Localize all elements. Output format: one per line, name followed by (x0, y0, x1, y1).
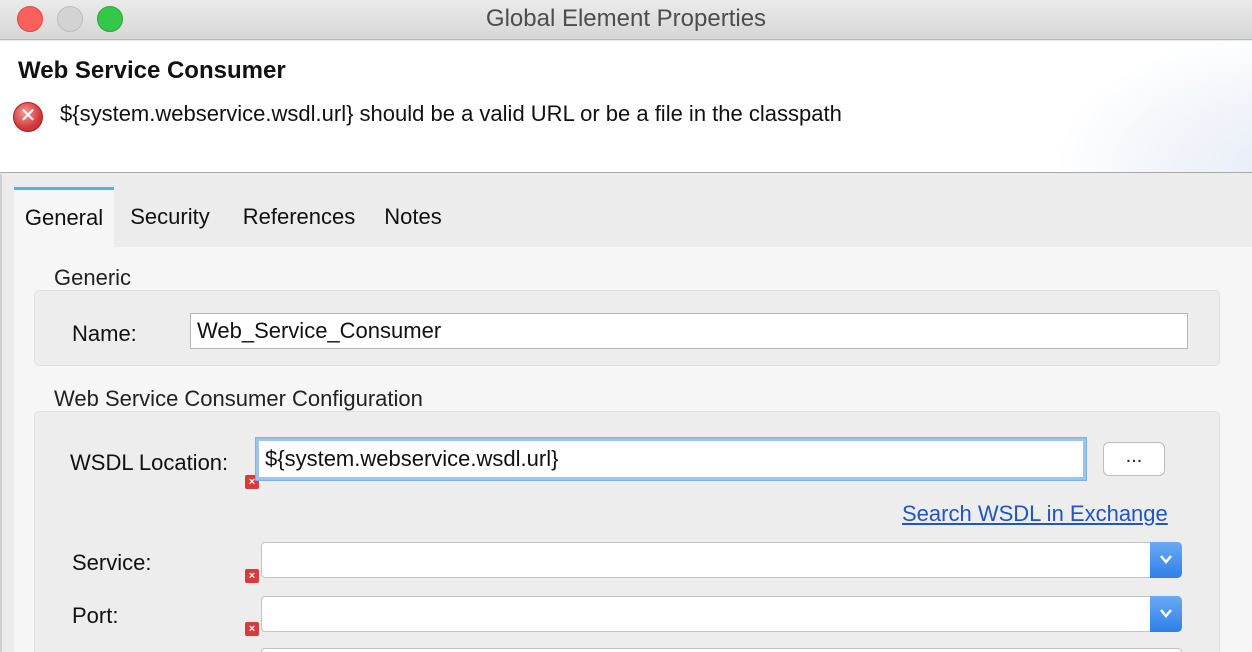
dialog-header: Web Service Consumer ✕ ${system.webservi… (0, 41, 1252, 173)
port-label: Port: (72, 603, 119, 628)
browse-wsdl-button[interactable]: ... (1103, 442, 1165, 476)
config-group: WSDL Location: × ... Search WSDL in Exch… (34, 411, 1220, 652)
general-tab-panel: Generic Name: Web Service Consumer Confi… (14, 247, 1252, 652)
service-select[interactable] (261, 542, 1182, 578)
config-section-label: Web Service Consumer Configuration (54, 386, 423, 411)
tab-general[interactable]: General (14, 187, 114, 247)
port-error-badge-icon: × (245, 622, 259, 636)
chevron-down-icon[interactable] (1150, 596, 1182, 632)
search-wsdl-exchange-link[interactable]: Search WSDL in Exchange (902, 501, 1168, 527)
name-label: Name: (72, 321, 137, 346)
generic-group: Name: (34, 290, 1220, 366)
generic-section-label: Generic (54, 265, 132, 290)
port-select[interactable] (261, 596, 1182, 632)
tab-references[interactable]: References (236, 187, 362, 247)
window-titlebar: Global Element Properties (0, 0, 1252, 40)
error-message: ${system.webservice.wsdl.url} should be … (60, 101, 842, 126)
chevron-down-icon[interactable] (1150, 542, 1182, 578)
next-field-partial[interactable] (261, 648, 1182, 652)
left-edge (0, 174, 2, 652)
service-label: Service: (72, 550, 152, 575)
wsdl-location-input[interactable] (256, 438, 1086, 480)
name-input[interactable] (190, 313, 1188, 349)
dialog-title: Web Service Consumer (18, 57, 286, 84)
header-decoration (1052, 41, 1252, 172)
window-title: Global Element Properties (485, 5, 767, 32)
tab-security[interactable]: Security (124, 187, 216, 247)
wsdl-location-label: WSDL Location: (70, 450, 229, 475)
error-icon: ✕ (13, 102, 43, 132)
service-error-badge-icon: × (245, 569, 259, 583)
tab-notes[interactable]: Notes (378, 187, 448, 247)
